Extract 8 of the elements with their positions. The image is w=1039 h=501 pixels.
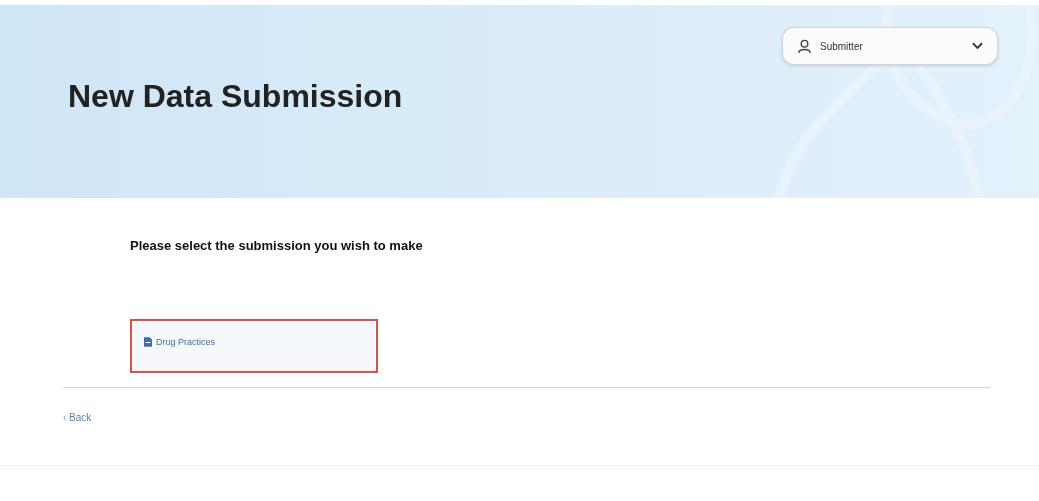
- chevron-down-icon: [972, 42, 983, 50]
- user-menu[interactable]: Submitter: [782, 27, 998, 65]
- back-link[interactable]: ‹ Back: [63, 412, 92, 423]
- user-icon: [797, 38, 812, 54]
- page-title: New Data Submission: [68, 78, 404, 115]
- document-icon: [144, 337, 152, 347]
- section-heading: Please select the submission you wish to make: [130, 238, 424, 255]
- submission-option[interactable]: Drug Practices: [130, 319, 378, 373]
